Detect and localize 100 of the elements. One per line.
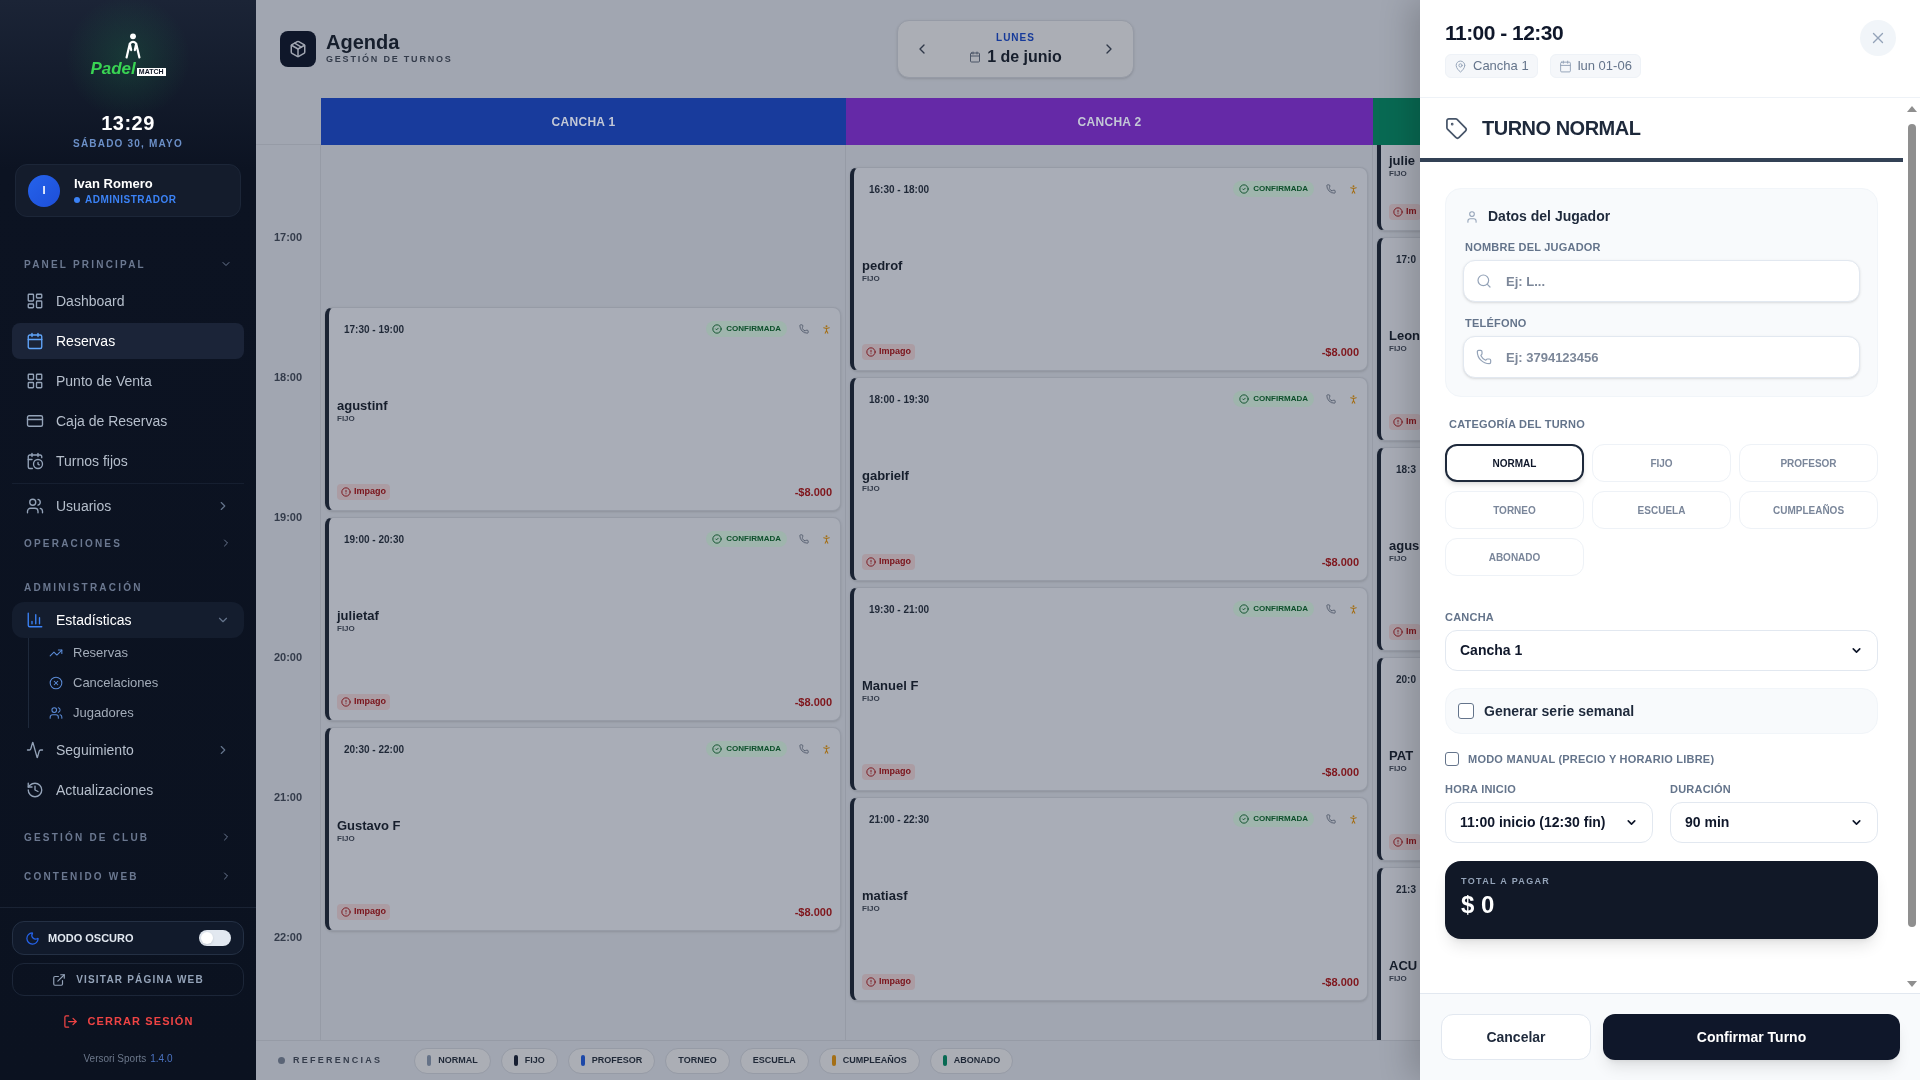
checkbox[interactable] bbox=[1445, 752, 1459, 767]
player-name: agustinf bbox=[337, 397, 389, 414]
payment-label: Impago bbox=[879, 975, 911, 989]
booking-type: FIJO bbox=[1389, 168, 1408, 179]
phone-icon[interactable] bbox=[1326, 184, 1336, 194]
person-icon[interactable] bbox=[1348, 813, 1359, 825]
nav-group[interactable]: Seguimiento bbox=[12, 732, 244, 768]
page-subtitle: GESTIÓN DE TURNOS bbox=[326, 53, 453, 67]
booking-type: FIJO bbox=[337, 833, 356, 844]
nav-item[interactable]: Punto de Venta bbox=[12, 363, 244, 399]
box-icon bbox=[280, 31, 316, 67]
category-option[interactable]: ESCUELA bbox=[1592, 491, 1731, 529]
person-icon[interactable] bbox=[1348, 603, 1359, 615]
toggle-switch[interactable] bbox=[199, 930, 231, 946]
category-option[interactable]: CUMPLEAÑOS bbox=[1739, 491, 1878, 529]
section-header[interactable]: PANEL PRINCIPAL bbox=[12, 254, 244, 274]
phone-icon[interactable] bbox=[799, 534, 809, 544]
phone-icon[interactable] bbox=[1326, 394, 1336, 404]
booking-card[interactable]: 16:30 - 18:00 CONFIRMADA pedrof FIJO Impago -$8.000 bbox=[850, 167, 1368, 371]
visit-website-button[interactable]: VISITAR PÁGINA WEB bbox=[12, 963, 244, 996]
player-name: Gustavo F bbox=[337, 817, 402, 834]
person-icon[interactable] bbox=[821, 743, 832, 755]
section-header[interactable]: OPERACIONES bbox=[12, 533, 244, 553]
weekly-series-option[interactable]: Generar serie semanal bbox=[1445, 688, 1878, 734]
nav-item[interactable]: Turnos fijos bbox=[12, 443, 244, 479]
check-circle-icon bbox=[712, 744, 723, 754]
phone-icon[interactable] bbox=[799, 744, 809, 754]
booking-card[interactable]: 17:30 - 19:00 CONFIRMADA agustinf FIJO Impago -$8.000 bbox=[325, 307, 841, 511]
player-name: ACU bbox=[1389, 957, 1419, 974]
nav-item[interactable]: Reservas bbox=[12, 323, 244, 359]
booking-time: 20:30 - 22:00 bbox=[344, 742, 405, 757]
legend-title: REFERENCIAS bbox=[293, 1053, 383, 1067]
payment-label: Impago bbox=[354, 485, 386, 499]
nav-group[interactable]: Estadísticas bbox=[12, 602, 244, 638]
bar-chart-icon bbox=[26, 611, 44, 629]
nav-group[interactable]: Usuarios bbox=[12, 488, 244, 524]
nav-subitem[interactable]: Reservas bbox=[29, 638, 244, 668]
checkbox[interactable] bbox=[1458, 703, 1474, 719]
text-input[interactable]: Ej: 3794123456 bbox=[1463, 336, 1860, 378]
weekday-label: LUNES bbox=[996, 30, 1035, 45]
phone-icon[interactable] bbox=[1326, 814, 1336, 824]
search-icon bbox=[1476, 273, 1492, 289]
start-time-select[interactable]: 11:00 inicio (12:30 fin) bbox=[1445, 801, 1653, 843]
booking-card[interactable]: 18:3 agus FIJO Im bbox=[1377, 447, 1420, 651]
booking-card[interactable]: 19:00 - 20:30 CONFIRMADA julietaf FIJO Impago -$8.000 bbox=[325, 517, 841, 721]
booking-card[interactable]: 20:30 - 22:00 CONFIRMADA Gustavo F FIJO Impago -$8.000 bbox=[325, 727, 841, 931]
booking-card[interactable]: 21:00 - 22:30 CONFIRMADA matiasf FIJO Impago -$8.000 bbox=[850, 797, 1368, 1001]
page-title: Agenda bbox=[326, 31, 401, 54]
booking-card[interactable]: 19:30 - 21:00 CONFIRMADA Manuel F FIJO Impago -$8.000 bbox=[850, 587, 1368, 791]
booking-card[interactable]: 21:3 ACU FIJO bbox=[1377, 867, 1420, 1040]
phone-icon[interactable] bbox=[1326, 604, 1336, 614]
nav-subitem[interactable]: Cancelaciones bbox=[29, 668, 244, 698]
users-icon bbox=[26, 497, 44, 515]
cancel-button[interactable]: Cancelar bbox=[1441, 1014, 1591, 1060]
category-option[interactable]: PROFESOR bbox=[1739, 444, 1878, 482]
field-label: CANCHA bbox=[1445, 610, 1495, 624]
text-input[interactable]: Ej: L... bbox=[1463, 260, 1860, 302]
booking-card[interactable]: 20:0 PAT FIJO Im bbox=[1377, 657, 1420, 861]
scrollbar-thumb[interactable] bbox=[1907, 124, 1916, 927]
section-header[interactable]: CONTENIDO WEB bbox=[12, 866, 244, 886]
logout-button[interactable]: CERRAR SESIÓN bbox=[12, 1011, 244, 1031]
legend-label: CUMPLEAÑOS bbox=[842, 1053, 907, 1067]
calendar-icon bbox=[1558, 59, 1572, 73]
booking-time: 18:3 bbox=[1396, 462, 1416, 477]
close-button[interactable] bbox=[1860, 20, 1896, 56]
booking-card[interactable]: 17:0 Leon FIJO Im bbox=[1377, 237, 1420, 441]
booking-time: 19:00 - 20:30 bbox=[344, 532, 405, 547]
status-label: CONFIRMADA bbox=[726, 743, 781, 755]
phone-icon[interactable] bbox=[799, 324, 809, 334]
booking-amount: -$8.000 bbox=[1321, 554, 1359, 570]
person-icon[interactable] bbox=[821, 533, 832, 545]
booking-card[interactable]: julie FIJO Im bbox=[1377, 145, 1420, 231]
person-icon[interactable] bbox=[821, 323, 832, 335]
confirm-button[interactable]: Confirmar Turno bbox=[1603, 1014, 1900, 1060]
court-select[interactable]: Cancha 1 bbox=[1445, 630, 1878, 671]
booking-card[interactable]: 18:00 - 19:30 CONFIRMADA gabrielf FIJO Impago -$8.000 bbox=[850, 377, 1368, 581]
legend-label: PROFESOR bbox=[591, 1053, 643, 1067]
category-option[interactable]: FIJO bbox=[1592, 444, 1731, 482]
payment-label: Im bbox=[1406, 835, 1417, 849]
section-header[interactable]: GESTIÓN DE CLUB bbox=[12, 827, 244, 847]
nav-item[interactable]: Caja de Reservas bbox=[12, 403, 244, 439]
person-icon[interactable] bbox=[1348, 183, 1359, 195]
hour-label: 21:00 bbox=[273, 790, 303, 804]
category-option[interactable]: TORNEO bbox=[1445, 491, 1584, 529]
alert-circle-icon bbox=[1393, 417, 1403, 427]
category-option[interactable]: ABONADO bbox=[1445, 538, 1584, 576]
scroll-up-arrow-icon[interactable] bbox=[1906, 106, 1917, 112]
check-circle-icon bbox=[712, 324, 723, 334]
nav-subitem[interactable]: Jugadores bbox=[29, 698, 244, 728]
nav-item[interactable]: Dashboard bbox=[12, 283, 244, 319]
duration-select[interactable]: 90 min bbox=[1670, 801, 1878, 843]
booking-type: FIJO bbox=[337, 623, 356, 634]
hour-label: 18:00 bbox=[273, 370, 303, 384]
category-option[interactable]: NORMAL bbox=[1445, 444, 1584, 482]
booking-time: 21:3 bbox=[1396, 882, 1416, 897]
person-icon[interactable] bbox=[1348, 393, 1359, 405]
total-amount: $ 0 bbox=[1461, 890, 1496, 919]
scroll-down-arrow-icon[interactable] bbox=[1906, 981, 1917, 987]
nav-item[interactable]: Actualizaciones bbox=[12, 772, 244, 808]
field-label: NOMBRE DEL JUGADOR bbox=[1464, 240, 1602, 254]
